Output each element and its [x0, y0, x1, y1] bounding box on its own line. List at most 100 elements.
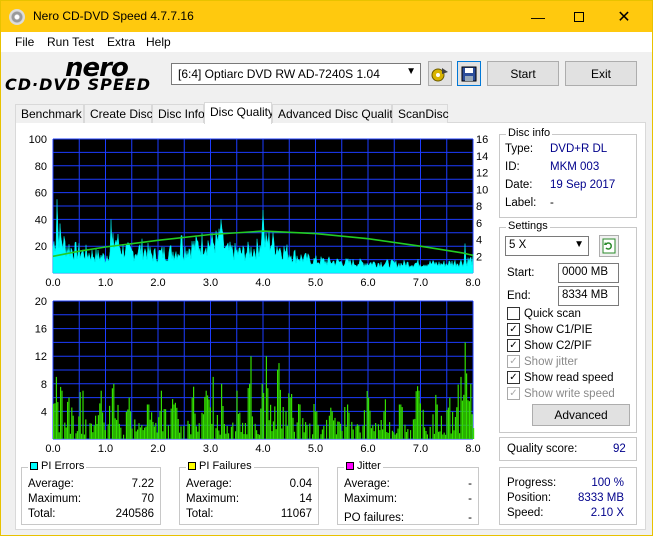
pif-bar [187, 420, 189, 439]
menu-extra[interactable]: Extra [107, 35, 135, 49]
pif-bar [366, 391, 368, 439]
pi-errors-x-tick: 3.0 [203, 277, 218, 289]
pif-bar [76, 431, 78, 439]
pif-bar [148, 404, 150, 439]
pif-bar [459, 433, 461, 439]
show-jitter-checkbox[interactable]: ✓ Show jitter [507, 355, 578, 368]
pif-bar [198, 423, 200, 439]
pif-bar [180, 426, 182, 439]
pif-bar [197, 431, 199, 439]
pif-bar [219, 434, 221, 439]
tab-create-disc[interactable]: Create Disc [84, 104, 153, 123]
drive-select[interactable]: [6:4] Optiarc DVD RW AD-7240S 1.04 ▼ [171, 63, 421, 85]
pif-bar [263, 393, 265, 439]
speed-label: Speed: [507, 507, 544, 519]
pif-bar [254, 423, 256, 439]
disc-id-label: ID: [505, 161, 520, 173]
pif-bar [151, 412, 153, 439]
maximize-button[interactable] [556, 1, 602, 32]
tab-benchmark[interactable]: Benchmark [15, 104, 84, 123]
pif-bar [71, 407, 73, 439]
pif-bar [372, 425, 374, 439]
close-button[interactable]: ✕ [601, 1, 647, 32]
refresh-speed-button[interactable] [599, 235, 619, 257]
pif-bar [204, 396, 206, 439]
pi-errors-y-tick: 60 [35, 188, 47, 200]
pif-bar [202, 414, 204, 439]
pif-bar [396, 433, 398, 439]
tab-advanced-disc-quality[interactable]: Advanced Disc Quality [272, 104, 399, 123]
pif-bar [211, 423, 213, 439]
show-write-speed-checkbox[interactable]: ✓ Show write speed [507, 387, 615, 400]
pif-bar [412, 419, 414, 439]
title-bar[interactable]: Nero CD-DVD Speed 4.7.7.16 — ✕ [1, 1, 652, 32]
pif-bar [212, 376, 214, 439]
pif-bar [330, 407, 332, 439]
pif-bar [265, 356, 267, 439]
advanced-button[interactable]: Advanced [532, 404, 630, 426]
show-c2pif-checkbox[interactable]: ✓ Show C2/PIF [507, 339, 592, 352]
disc-type-value: DVD+R DL [550, 143, 608, 155]
show-c1pie-checkbox[interactable]: ✓ Show C1/PIE [507, 323, 592, 336]
pif-bar [89, 423, 91, 439]
tab-disc-quality[interactable]: Disc Quality [204, 102, 274, 124]
pi-errors-max: 70 [141, 493, 154, 505]
pif-bar [344, 407, 346, 439]
pif-bar [362, 425, 364, 439]
end-field[interactable]: 8334 MB [558, 286, 619, 306]
speed-select[interactable]: 5 X ▼ [505, 236, 589, 256]
start-field[interactable]: 0000 MB [558, 263, 619, 283]
menu-help[interactable]: Help [146, 35, 171, 49]
menu-file[interactable]: File [15, 35, 34, 49]
jitter-max-label: Maximum: [344, 493, 398, 505]
pi-errors-y-tick: 40 [35, 214, 47, 226]
pi-failures-swatch [188, 462, 196, 470]
minimize-button[interactable]: — [515, 1, 561, 32]
pi-errors-max-label: Maximum: [28, 493, 82, 505]
pif-bar [131, 428, 133, 439]
pif-bar [369, 410, 371, 439]
pif-bar [368, 397, 370, 439]
show-read-speed-label: Show read speed [524, 371, 614, 384]
pif-bar [152, 421, 154, 439]
window-title: Nero CD-DVD Speed 4.7.7.16 [33, 9, 194, 23]
pif-bar [293, 431, 295, 439]
pif-bar [146, 404, 148, 439]
pif-bar [237, 413, 239, 439]
pif-bar [377, 424, 379, 439]
pi-failures-title: PI Failures [199, 460, 252, 472]
pif-bar [64, 422, 66, 439]
tab-scandisc[interactable]: ScanDisc [392, 104, 449, 123]
pif-bar [109, 405, 111, 439]
pif-bar [135, 431, 137, 439]
exit-button[interactable]: Exit [565, 61, 637, 86]
pif-bar [387, 432, 389, 439]
menu-run-test[interactable]: Run Test [47, 35, 94, 49]
show-read-speed-checkbox[interactable]: ✓ Show read speed [507, 371, 614, 384]
pif-bar [243, 434, 245, 439]
tab-disc-info[interactable]: Disc Info [152, 104, 205, 123]
save-button[interactable] [457, 61, 481, 86]
pif-bar [256, 430, 258, 439]
pif-bar [125, 411, 127, 439]
pi-failures-total-label: Total: [186, 508, 214, 520]
disc-label-label: Label: [505, 197, 537, 209]
pif-bar [306, 425, 308, 439]
pif-bar [292, 417, 294, 439]
pif-bar [302, 418, 304, 439]
pif-bar [113, 383, 115, 439]
refresh-icon [602, 238, 616, 254]
start-button[interactable]: Start [487, 61, 559, 86]
pif-bar [190, 434, 192, 439]
eject-button[interactable] [428, 61, 452, 86]
pif-bar [384, 399, 386, 439]
pif-bar [274, 406, 276, 439]
pif-bar [228, 433, 230, 439]
pif-bar [460, 376, 462, 439]
pif-bar [410, 430, 412, 439]
pif-bar [127, 409, 129, 439]
pi-failures-y-tick: 20 [35, 296, 47, 308]
quick-scan-checkbox[interactable]: Quick scan [507, 307, 581, 320]
app-window: Nero CD-DVD Speed 4.7.7.16 — ✕ File Run … [0, 0, 653, 536]
pif-bar [417, 386, 419, 439]
